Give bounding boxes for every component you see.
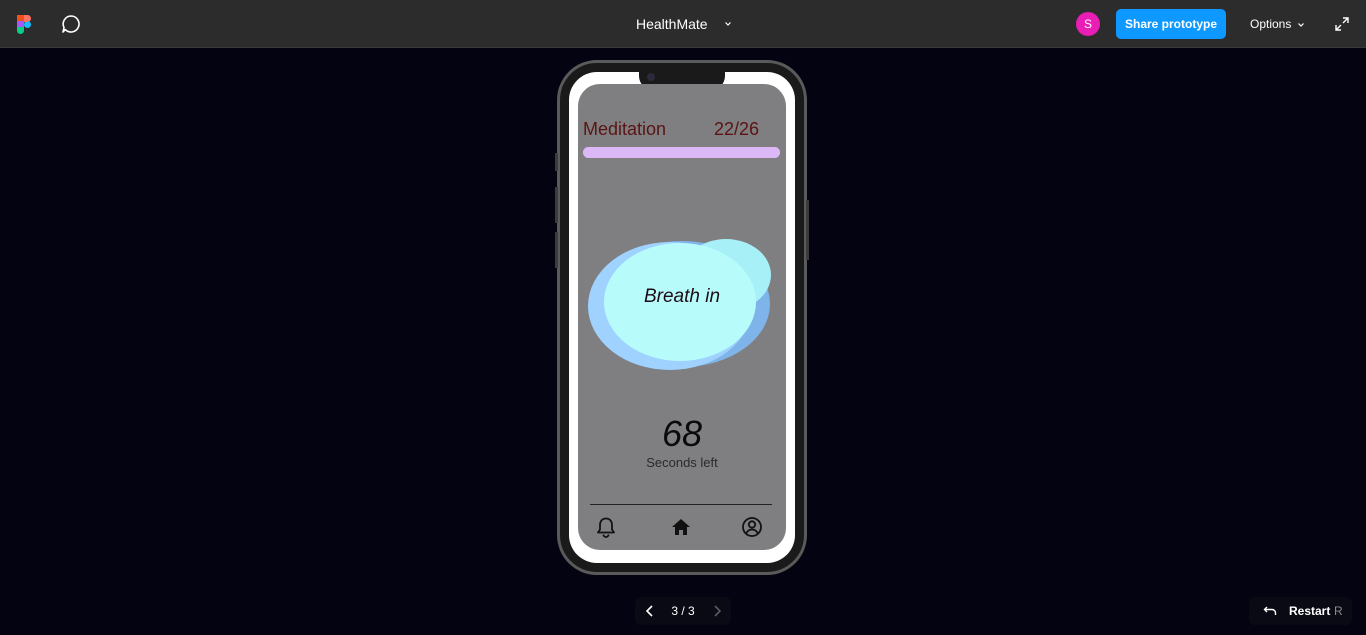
power-button [806,200,809,260]
camera-icon [647,73,655,81]
figma-logo-icon[interactable] [17,15,31,34]
home-icon[interactable] [670,516,692,538]
seconds-label: Seconds left [646,455,718,470]
breath-instruction: Breath in [643,286,721,307]
meditation-title: Meditation [583,119,667,139]
fullscreen-icon[interactable] [1333,15,1351,33]
avatar[interactable]: S [1076,12,1100,36]
comment-icon[interactable] [60,13,82,35]
share-prototype-button[interactable]: Share prototype [1116,9,1226,39]
frame-pager: 3 / 3 [635,597,731,625]
frame-counter: 3 / 3 [671,604,695,618]
volume-up-button [555,187,558,223]
meditation-screen: Meditation 22/26 Breath in 68 Seconds le… [578,84,786,550]
volume-down-button [555,232,558,268]
next-frame-icon[interactable] [709,603,725,619]
options-button[interactable]: Options [1250,17,1291,31]
chevron-down-icon[interactable] [1296,20,1306,30]
restart-shortcut: R [1334,604,1343,618]
meditation-count: 22/26 [714,119,760,139]
meditation-progress-bar [583,147,780,158]
profile-icon[interactable] [741,516,763,538]
seconds-remaining: 68 [661,413,703,454]
bell-icon[interactable] [595,516,617,538]
chevron-down-icon[interactable] [723,19,733,29]
mute-switch [555,153,558,171]
restart-label: Restart [1289,604,1331,618]
nav-divider [590,504,772,505]
previous-frame-icon[interactable] [642,603,658,619]
restart-button[interactable]: Restart R [1249,597,1352,625]
progress-fill [583,147,780,158]
toolbar: HealthMate S Share prototype Options [0,0,1366,48]
restart-arrow-icon [1263,606,1277,615]
file-title[interactable]: HealthMate [636,16,708,32]
